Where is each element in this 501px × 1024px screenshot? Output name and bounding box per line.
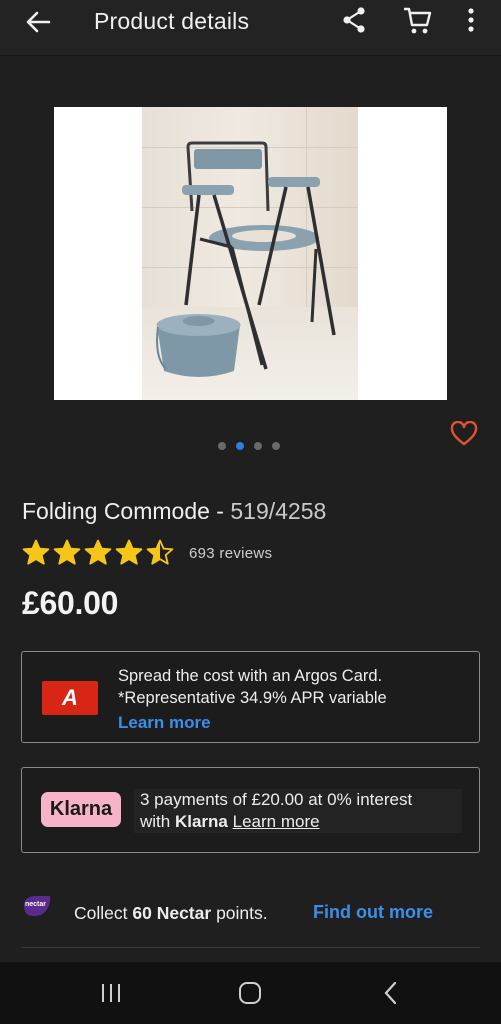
gallery-dot[interactable] [272, 442, 280, 450]
nectar-prefix: Collect [74, 903, 128, 923]
heart-icon[interactable] [450, 420, 478, 447]
reviews-count[interactable]: 693 reviews [189, 545, 272, 562]
product-price: £60.00 [22, 585, 119, 621]
nectar-suffix: points. [216, 903, 268, 923]
product-code: 519/4258 [230, 498, 327, 524]
product-image[interactable] [54, 107, 447, 400]
nectar-points: 60 Nectar [132, 903, 212, 923]
star-rating[interactable] [22, 539, 174, 566]
nectar-logo-text: nectar [25, 901, 47, 908]
home-icon[interactable] [235, 978, 265, 1008]
gallery-dot-active[interactable] [236, 442, 244, 450]
star-full-icon [84, 539, 112, 565]
argos-card-logo: A [42, 681, 98, 715]
star-half-icon [146, 539, 174, 565]
klarna-payments-text: 3 payments of £20.00 at 0% interest [140, 790, 413, 809]
cart-icon[interactable] [398, 2, 436, 38]
gallery-pagination[interactable] [218, 442, 280, 450]
app-bar: Product details [0, 0, 501, 56]
page-title: Product details [94, 8, 250, 34]
product-name: Folding Commode - [22, 498, 224, 524]
argos-card-panel: A Spread the cost with an Argos Card. *R… [21, 651, 480, 743]
star-full-icon [115, 539, 143, 565]
system-nav-bar [0, 962, 501, 1024]
argos-card-apr: *Representative 34.9% APR variable [118, 689, 387, 707]
star-full-icon [53, 539, 81, 565]
gallery-dot[interactable] [218, 442, 226, 450]
share-icon[interactable] [336, 2, 372, 38]
argos-learn-more-link[interactable]: Learn more [118, 713, 211, 733]
klarna-learn-more-link[interactable]: Learn more [233, 812, 320, 831]
star-full-icon [22, 539, 50, 565]
gallery-dot[interactable] [254, 442, 262, 450]
klarna-with: with [140, 812, 171, 831]
nectar-find-out-more-link[interactable]: Find out more [313, 902, 433, 923]
section-divider [21, 947, 480, 948]
product-title: Folding Commode - 519/4258 [22, 498, 326, 525]
recent-apps-icon[interactable] [96, 978, 126, 1008]
klarna-badge: Klarna [41, 792, 121, 827]
klarna-panel: Klarna 3 payments of £20.00 at 0% intere… [21, 767, 480, 853]
system-back-icon[interactable] [378, 978, 404, 1008]
klarna-with-text: with Klarna Learn more [140, 812, 320, 832]
klarna-brand: Klarna [174, 812, 228, 831]
argos-card-text: Spread the cost with an Argos Card. [118, 667, 383, 685]
commode-chair-illustration [156, 141, 336, 377]
nectar-points-text: Collect 60 Nectar points. [74, 903, 268, 924]
more-vertical-icon[interactable] [458, 2, 484, 38]
nectar-logo: nectar [22, 894, 52, 918]
back-arrow-icon[interactable] [18, 4, 58, 40]
